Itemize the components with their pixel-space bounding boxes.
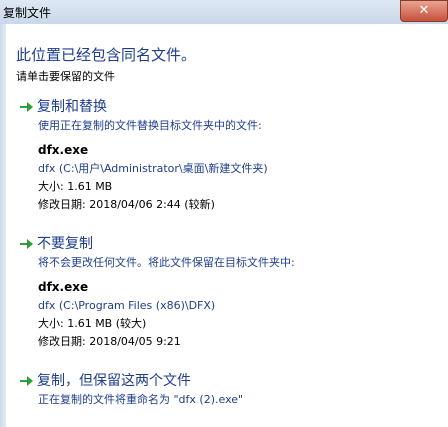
file-path: dfx (C:\Program Files (x86)\DFX) <box>38 299 216 312</box>
option-copy-keep-both[interactable]: 复制，但保留这两个文件 正在复制的文件将重命名为 "dfx (2).exe" <box>18 370 438 408</box>
file-info: dfx.exe dfx (C:\Program Files (x86)\DFX)… <box>38 277 438 351</box>
option-desc: 使用正在复制的文件替换目标文件夹中的文件: <box>38 119 262 132</box>
dialog-subhead: 请单击要保留的文件 <box>16 70 115 83</box>
option-desc: 将不会更改任何文件。将此文件保留在目标文件夹中: <box>38 256 295 269</box>
option-copy-and-replace[interactable]: 复制和替换 使用正在复制的文件替换目标文件夹中的文件: dfx.exe dfx … <box>18 96 438 214</box>
green-arrow-icon <box>20 376 33 386</box>
option-title: 复制，但保留这两个文件 <box>37 373 191 389</box>
file-size: 大小: 1.61 MB <box>38 180 113 193</box>
green-arrow-icon <box>20 102 33 112</box>
green-arrow-icon <box>20 239 33 249</box>
file-date: 修改日期: 2018/04/05 9:21 <box>38 335 181 348</box>
file-path: dfx (C:\用户\Administrator\桌面\新建文件夹) <box>38 162 268 175</box>
file-date: 修改日期: 2018/04/06 2:44 (较新) <box>38 198 215 211</box>
option-desc: 正在复制的文件将重命名为 "dfx (2).exe" <box>38 393 244 406</box>
file-name: dfx.exe <box>38 143 89 157</box>
title-bar: 复制文件 ✕ <box>0 0 448 25</box>
dialog-headline: 此位置已经包含同名文件。 <box>16 46 197 64</box>
close-icon: ✕ <box>418 3 430 18</box>
option-title: 不要复制 <box>37 236 93 252</box>
dialog-content: 此位置已经包含同名文件。 请单击要保留的文件 复制和替换 使用正在复制的文件替换… <box>6 24 448 427</box>
file-name: dfx.exe <box>38 280 89 294</box>
option-dont-copy[interactable]: 不要复制 将不会更改任何文件。将此文件保留在目标文件夹中: dfx.exe df… <box>18 233 438 351</box>
option-title: 复制和替换 <box>37 99 107 115</box>
file-size: 大小: 1.61 MB (较大) <box>38 317 147 330</box>
window-title: 复制文件 <box>3 6 52 20</box>
close-button[interactable]: ✕ <box>400 0 448 22</box>
file-info: dfx.exe dfx (C:\用户\Administrator\桌面\新建文件… <box>38 140 438 214</box>
